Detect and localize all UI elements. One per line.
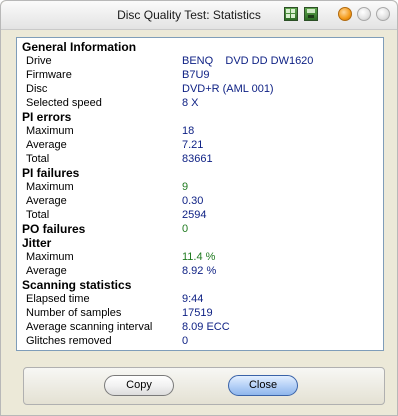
section-jitter-heading: Jitter <box>22 236 52 250</box>
disc-label: Disc <box>26 83 48 95</box>
pi-failures-total-label: Total <box>26 209 50 221</box>
title-bar[interactable]: Disc Quality Test: Statistics <box>1 1 397 30</box>
pi-failures-maximum-value: 9 <box>182 181 189 193</box>
row-glitches-removed: Glitches removed 0 <box>17 334 377 348</box>
row-po-failures: PO failures 0 <box>17 222 377 236</box>
section-scanning-heading: Scanning statistics <box>22 278 132 292</box>
drive-label: Drive <box>26 55 52 67</box>
firmware-label: Firmware <box>26 69 72 81</box>
average-scanning-interval-value: 8.09 ECC <box>182 321 230 333</box>
section-pi-failures-heading: PI failures <box>22 166 80 180</box>
elapsed-time-label: Elapsed time <box>26 293 90 305</box>
jitter-maximum-value: 11.4 % <box>182 251 216 263</box>
row-pi-errors-maximum: Maximum 18 <box>17 124 377 138</box>
row-number-of-samples: Number of samples 17519 <box>17 306 377 320</box>
elapsed-time-value: 9:44 <box>182 293 204 305</box>
row-jitter-maximum: Maximum 11.4 % <box>17 250 377 264</box>
row-selected-speed: Selected speed 8 X <box>17 96 377 110</box>
row-disc: Disc DVD+R (AML 001) <box>17 82 377 96</box>
minimize-button[interactable] <box>338 7 352 21</box>
number-of-samples-label: Number of samples <box>26 307 122 319</box>
pi-failures-maximum-label: Maximum <box>26 181 74 193</box>
copy-button[interactable]: Copy <box>104 375 174 396</box>
close-window-button[interactable] <box>376 7 390 21</box>
average-scanning-interval-label: Average scanning interval <box>26 321 153 333</box>
save-icon[interactable] <box>304 7 318 21</box>
jitter-average-value: 8.92 % <box>182 265 217 277</box>
po-failures-value: 0 <box>182 223 189 235</box>
pi-errors-total-label: Total <box>26 153 50 165</box>
disc-value: DVD+R (AML 001) <box>182 83 274 95</box>
pi-failures-average-value: 0.30 <box>182 195 204 207</box>
statistics-window: Disc Quality Test: Statistics General In… <box>0 0 398 416</box>
row-pi-errors-average: Average 7.21 <box>17 138 377 152</box>
jitter-average-label: Average <box>26 265 67 277</box>
row-firmware: Firmware B7U9 <box>17 68 377 82</box>
glitches-removed-value: 0 <box>182 335 189 347</box>
firmware-value: B7U9 <box>182 69 210 81</box>
close-button[interactable]: Close <box>228 375 298 396</box>
drive-value: BENQ DVD DD DW1620 <box>182 55 314 67</box>
selected-speed-label: Selected speed <box>26 97 102 109</box>
row-drive: Drive BENQ DVD DD DW1620 <box>17 54 377 68</box>
pi-errors-maximum-label: Maximum <box>26 125 74 137</box>
row-elapsed-time: Elapsed time 9:44 <box>17 292 377 306</box>
jitter-maximum-label: Maximum <box>26 251 74 263</box>
statistics-panel: General Information Drive BENQ DVD DD DW… <box>16 37 384 351</box>
row-pi-errors-total: Total 83661 <box>17 152 377 166</box>
number-of-samples-value: 17519 <box>182 307 213 319</box>
row-jitter-average: Average 8.92 % <box>17 264 377 278</box>
pi-failures-total-value: 2594 <box>182 209 207 221</box>
pi-errors-total-value: 83661 <box>182 153 213 165</box>
pi-errors-average-label: Average <box>26 139 67 151</box>
pi-failures-average-label: Average <box>26 195 67 207</box>
pi-errors-average-value: 7.21 <box>182 139 204 151</box>
section-pi-errors-heading: PI errors <box>22 110 72 124</box>
selected-speed-value: 8 X <box>182 97 199 109</box>
section-general-heading: General Information <box>22 40 137 54</box>
section-po-failures-heading: PO failures <box>22 222 86 236</box>
row-pi-failures-total: Total 2594 <box>17 208 377 222</box>
glitches-removed-label: Glitches removed <box>26 335 112 347</box>
row-pi-failures-maximum: Maximum 9 <box>17 180 377 194</box>
button-bar: Copy Close <box>23 367 385 405</box>
row-pi-failures-average: Average 0.30 <box>17 194 377 208</box>
window-title: Disc Quality Test: Statistics <box>117 8 261 22</box>
grid-icon[interactable] <box>284 7 298 21</box>
maximize-button[interactable] <box>357 7 371 21</box>
row-average-scanning-interval: Average scanning interval 8.09 ECC <box>17 320 377 334</box>
pi-errors-maximum-value: 18 <box>182 125 195 137</box>
